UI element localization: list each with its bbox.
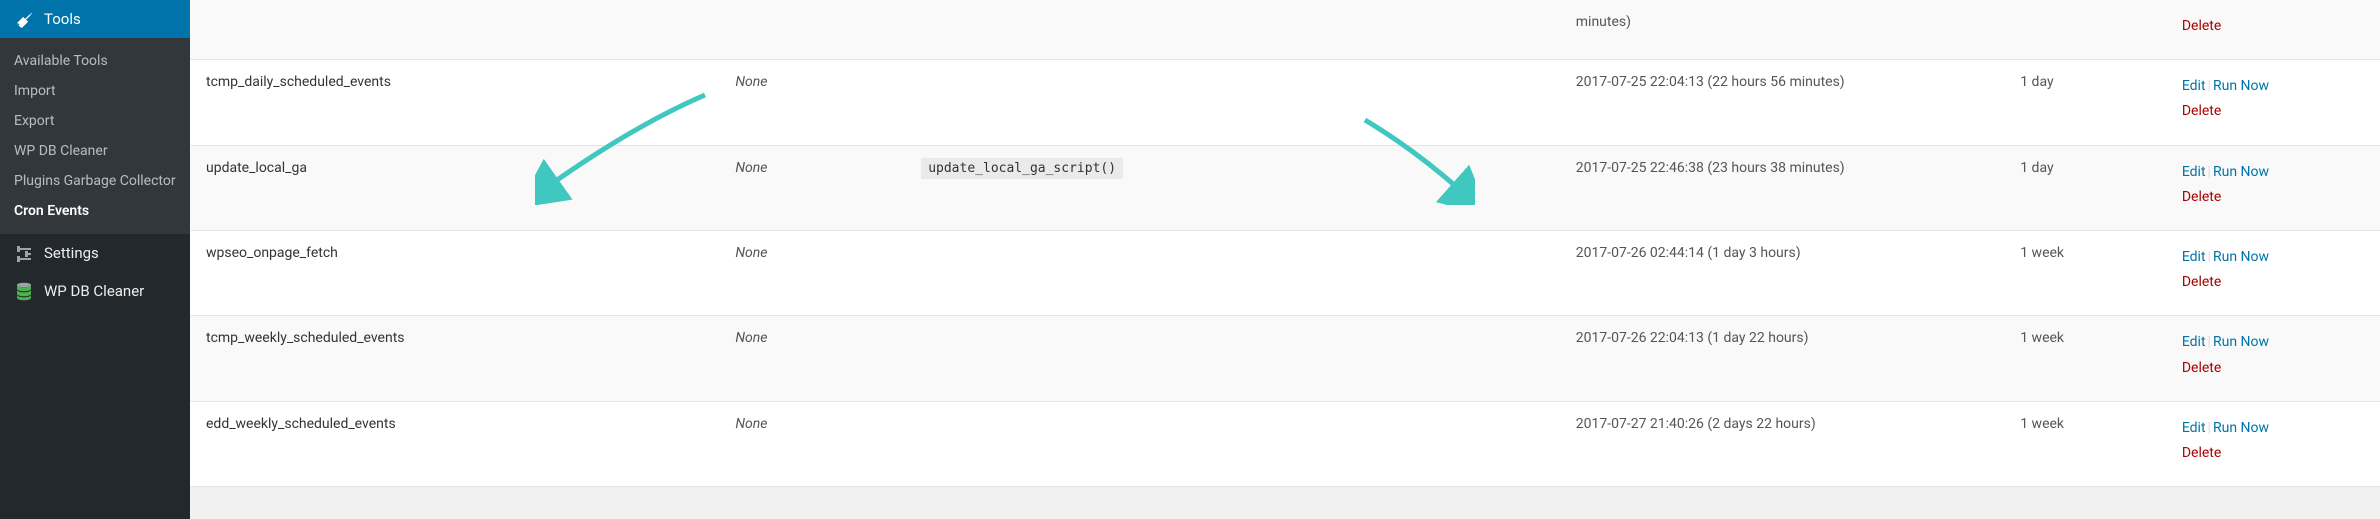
sidebar-item-plugins-garbage-collector[interactable]: Plugins Garbage Collector: [0, 166, 190, 196]
cell-recurrence: 1 day: [2008, 60, 2170, 145]
cell-next-run: 2017-07-26 22:04:13 (1 day 22 hours): [1564, 316, 2008, 401]
sidebar-item-export[interactable]: Export: [0, 106, 190, 136]
cell-hook: [190, 0, 723, 60]
tools-submenu: Available ToolsImportExportWP DB Cleaner…: [0, 38, 190, 234]
run-now-link[interactable]: Run Now: [2213, 334, 2269, 350]
sliders-icon: [14, 243, 34, 263]
database-icon: [14, 281, 34, 301]
cell-row-actions: Edit|Run Now Delete: [2170, 230, 2380, 315]
delete-link[interactable]: Delete: [2182, 18, 2221, 34]
cell-action: [909, 0, 1564, 60]
wrench-icon: [14, 9, 34, 29]
cell-arguments: None: [723, 60, 909, 145]
run-now-link[interactable]: Run Now: [2213, 249, 2269, 265]
cell-row-actions: Edit|Run Now Delete: [2170, 145, 2380, 230]
sidebar-item-wp-db-cleaner[interactable]: WP DB Cleaner: [0, 136, 190, 166]
table-row: tcmp_weekly_scheduled_eventsNone 2017-07-…: [190, 316, 2380, 401]
admin-sidebar: Tools Available ToolsImportExportWP DB C…: [0, 0, 190, 519]
cell-recurrence: 1 week: [2008, 316, 2170, 401]
cell-recurrence: 1 day: [2008, 145, 2170, 230]
cell-hook: edd_weekly_scheduled_events: [190, 401, 723, 486]
sidebar-item-available-tools[interactable]: Available Tools: [0, 46, 190, 76]
action-code: update_local_ga_script(): [921, 158, 1123, 179]
cell-hook: tcmp_weekly_scheduled_events: [190, 316, 723, 401]
delete-link[interactable]: Delete: [2182, 189, 2221, 205]
edit-link[interactable]: Edit: [2182, 420, 2206, 436]
separator-icon: |: [2208, 78, 2211, 94]
cell-hook: wpseo_onpage_fetch: [190, 230, 723, 315]
cell-arguments: [723, 0, 909, 60]
delete-link[interactable]: Delete: [2182, 274, 2221, 290]
cell-row-actions: Delete: [2170, 0, 2380, 60]
table-row: minutes) Delete: [190, 0, 2380, 60]
run-now-link[interactable]: Run Now: [2213, 164, 2269, 180]
cell-arguments: None: [723, 230, 909, 315]
menu-tools[interactable]: Tools: [0, 0, 190, 38]
cell-arguments: None: [723, 401, 909, 486]
delete-link[interactable]: Delete: [2182, 360, 2221, 376]
cell-action: [909, 401, 1564, 486]
cell-action: [909, 230, 1564, 315]
cell-recurrence: 1 week: [2008, 401, 2170, 486]
cell-hook: update_local_ga: [190, 145, 723, 230]
menu-settings-label: Settings: [44, 244, 99, 262]
edit-link[interactable]: Edit: [2182, 334, 2206, 350]
cell-row-actions: Edit|Run Now Delete: [2170, 316, 2380, 401]
table-row: update_local_gaNone update_local_ga_scrip…: [190, 145, 2380, 230]
cell-hook: tcmp_daily_scheduled_events: [190, 60, 723, 145]
menu-tools-label: Tools: [44, 10, 81, 28]
table-row: edd_weekly_scheduled_eventsNone 2017-07-2…: [190, 401, 2380, 486]
separator-icon: |: [2208, 249, 2211, 265]
sidebar-item-import[interactable]: Import: [0, 76, 190, 106]
edit-link[interactable]: Edit: [2182, 78, 2206, 94]
menu-wpdb-label: WP DB Cleaner: [44, 282, 144, 300]
separator-icon: |: [2208, 334, 2211, 350]
menu-settings[interactable]: Settings: [0, 234, 190, 272]
table-row: wpseo_onpage_fetchNone 2017-07-26 02:44:1…: [190, 230, 2380, 315]
separator-icon: |: [2208, 164, 2211, 180]
cell-next-run: 2017-07-27 21:40:26 (2 days 22 hours): [1564, 401, 2008, 486]
cell-action: [909, 60, 1564, 145]
cell-arguments: None: [723, 145, 909, 230]
run-now-link[interactable]: Run Now: [2213, 78, 2269, 94]
cron-events-table: minutes)Deletetcmp_daily_scheduled_event…: [190, 0, 2380, 487]
menu-wpdb-cleaner[interactable]: WP DB Cleaner: [0, 272, 190, 310]
cell-next-run: 2017-07-25 22:04:13 (22 hours 56 minutes…: [1564, 60, 2008, 145]
cell-row-actions: Edit|Run Now Delete: [2170, 401, 2380, 486]
cell-action: [909, 316, 1564, 401]
cell-next-run: 2017-07-26 02:44:14 (1 day 3 hours): [1564, 230, 2008, 315]
sidebar-item-cron-events[interactable]: Cron Events: [0, 196, 190, 226]
cell-recurrence: 1 week: [2008, 230, 2170, 315]
cron-events-table-wrap: minutes)Deletetcmp_daily_scheduled_event…: [190, 0, 2380, 519]
edit-link[interactable]: Edit: [2182, 249, 2206, 265]
cell-recurrence: [2008, 0, 2170, 60]
cell-row-actions: Edit|Run Now Delete: [2170, 60, 2380, 145]
run-now-link[interactable]: Run Now: [2213, 420, 2269, 436]
cell-arguments: None: [723, 316, 909, 401]
edit-link[interactable]: Edit: [2182, 164, 2206, 180]
cell-action: update_local_ga_script(): [909, 145, 1564, 230]
cell-next-run: minutes): [1564, 0, 2008, 60]
separator-icon: |: [2208, 420, 2211, 436]
delete-link[interactable]: Delete: [2182, 445, 2221, 461]
delete-link[interactable]: Delete: [2182, 103, 2221, 119]
table-row: tcmp_daily_scheduled_eventsNone 2017-07-2…: [190, 60, 2380, 145]
cell-next-run: 2017-07-25 22:46:38 (23 hours 38 minutes…: [1564, 145, 2008, 230]
